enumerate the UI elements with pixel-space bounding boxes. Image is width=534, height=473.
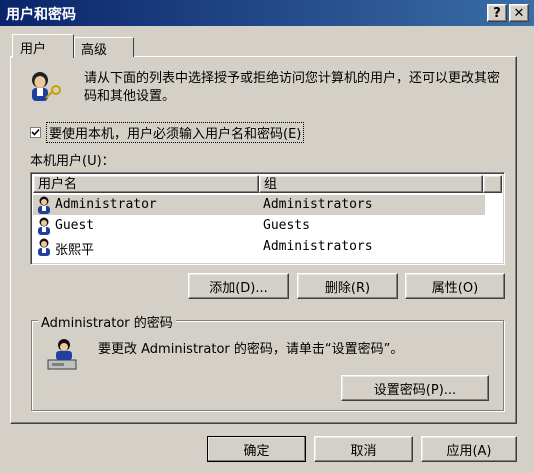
cell-username: Administrator <box>55 197 157 212</box>
cancel-button[interactable]: 取消 <box>314 436 413 462</box>
require-login-checkbox[interactable]: 要使用本机，用户必须输入用户名和密码(E) <box>30 122 305 143</box>
apply-button[interactable]: 应用(A) <box>421 436 517 462</box>
remove-user-button[interactable]: 删除(R) <box>297 273 398 299</box>
checkbox-box[interactable] <box>30 127 41 138</box>
column-header-group[interactable]: 组 <box>259 175 483 193</box>
user-computer-icon <box>44 338 80 372</box>
help-button[interactable]: ? <box>487 4 507 22</box>
tab-advanced-label: 高级 <box>81 43 108 58</box>
cell-username: Guest <box>55 218 95 233</box>
column-header-group-label: 组 <box>264 177 278 192</box>
column-header-username-label: 用户名 <box>38 177 78 192</box>
password-groupbox-title: Administrator 的密码 <box>38 312 176 331</box>
ok-button[interactable]: 确定 <box>207 436 306 462</box>
cell-group: Administrators <box>263 197 373 212</box>
user-properties-button[interactable]: 属性(O) <box>405 273 505 299</box>
users-list-label: 本机用户(U)： <box>30 154 115 169</box>
tab-users-label: 用户 <box>20 42 47 57</box>
add-user-button[interactable]: 添加(D)... <box>188 273 289 299</box>
column-header-username[interactable]: 用户名 <box>33 175 259 193</box>
users-keys-icon <box>26 70 64 104</box>
user-icon <box>35 238 53 256</box>
window-title: 用户和密码 <box>6 7 76 23</box>
table-row[interactable]: 张熙平 Administrators <box>33 237 485 258</box>
users-table[interactable]: 用户名 组 Administrator Administrators Guest… <box>30 172 505 265</box>
table-row[interactable]: Administrator Administrators <box>33 195 485 215</box>
set-password-button[interactable]: 设置密码(P)... <box>341 375 489 401</box>
user-icon <box>35 217 53 235</box>
column-header-spacer <box>483 175 502 193</box>
tab-users[interactable]: 用户 <box>12 34 74 58</box>
password-instructions: 要更改 Administrator 的密码，请单击“设置密码”。 <box>98 342 404 357</box>
require-login-label: 要使用本机，用户必须输入用户名和密码(E) <box>45 122 305 143</box>
intro-text: 请从下面的列表中选择授予或拒绝访问您计算机的用户，还可以更改其密码和其他设置。 <box>84 71 501 104</box>
user-icon <box>35 196 53 214</box>
tab-advanced[interactable]: 高级 <box>74 37 134 58</box>
close-icon: ✕ <box>513 5 525 21</box>
cell-group: Guests <box>263 218 310 233</box>
cell-group: Administrators <box>263 239 373 254</box>
close-button[interactable]: ✕ <box>509 4 529 22</box>
title-bar[interactable]: 用户和密码 ? ✕ <box>0 0 534 26</box>
table-row[interactable]: Guest Guests <box>33 216 485 236</box>
checkmark-icon <box>31 128 40 136</box>
cell-username: 张熙平 <box>55 243 95 258</box>
